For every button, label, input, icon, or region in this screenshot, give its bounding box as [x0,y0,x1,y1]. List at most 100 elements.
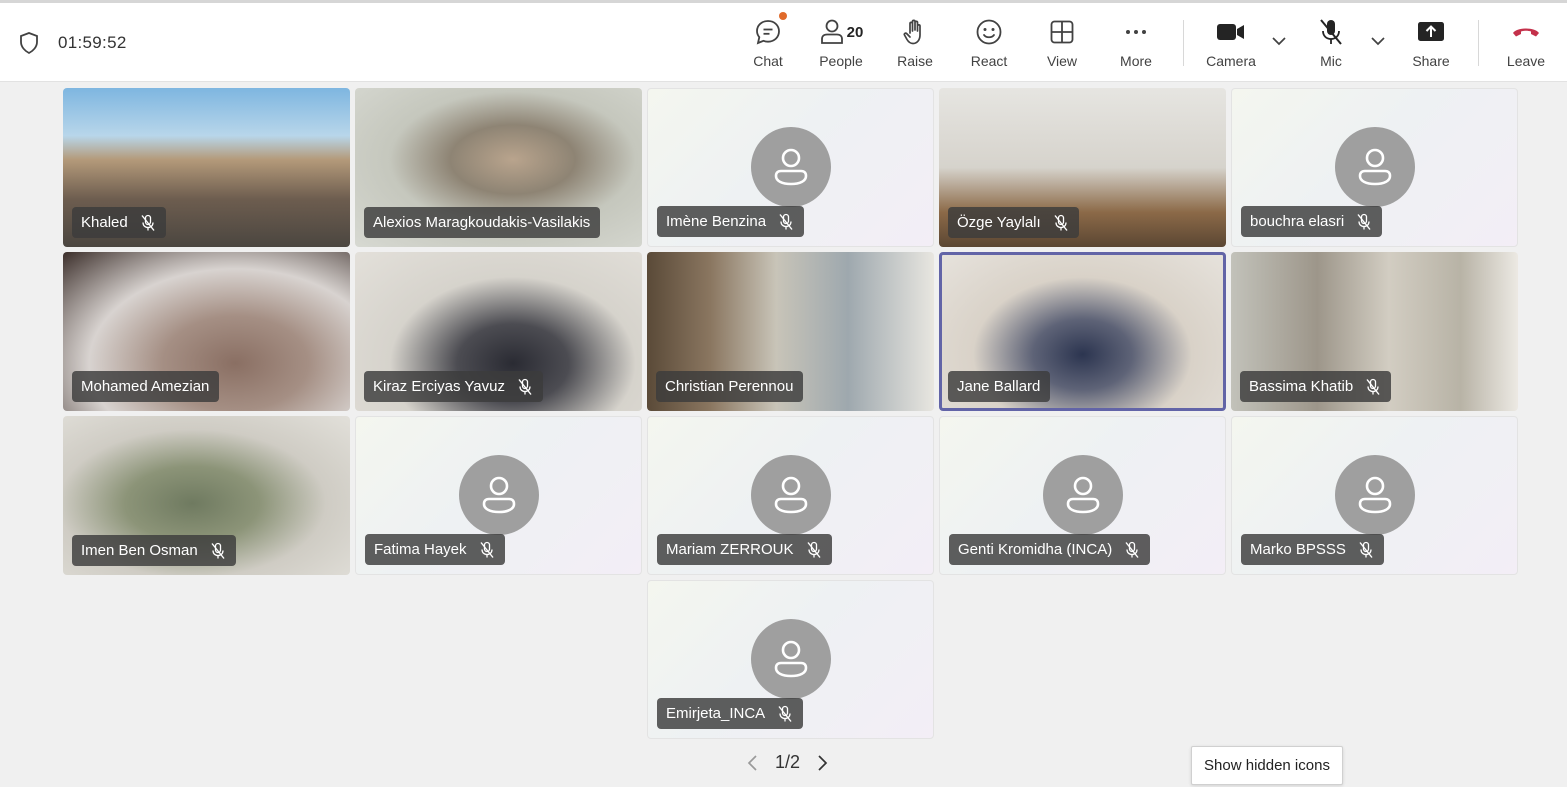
emoji-icon [974,14,1004,50]
chat-button[interactable]: Chat [750,12,787,78]
mic-muted-icon [141,214,155,231]
participant-nametag: Marko BPSSS [1241,534,1384,565]
participant-tile[interactable]: Fatima Hayek [355,416,642,575]
person-icon [1358,148,1391,185]
mic-button[interactable]: Mic [1312,14,1350,78]
people-button[interactable]: 20 People [815,14,867,78]
chat-notification-dot [779,12,787,20]
camera-label: Camera [1206,53,1256,69]
pagination: 1/2 [745,752,830,773]
avatar [750,454,831,535]
more-icon [1122,14,1150,50]
more-button[interactable]: More [1117,14,1155,78]
chat-label: Chat [753,53,783,69]
participant-tile[interactable]: Genti Kromidha (INCA) [939,416,1226,575]
people-icon [820,19,843,44]
participant-tile[interactable]: Mariam ZERROUK [647,416,934,575]
mic-muted-icon [1357,213,1371,230]
mic-muted-icon [1054,214,1068,231]
participant-nametag: Bassima Khatib [1240,371,1392,402]
participant-name: Bassima Khatib [1249,378,1354,395]
participant-tile[interactable]: Kiraz Erciyas Yavuz [355,252,642,411]
previous-page-chevron-left-icon[interactable] [745,753,761,773]
mic-muted-icon [806,541,821,558]
avatar [1334,126,1415,207]
hand-icon [901,14,929,50]
participant-name: Imen Ben Osman [81,542,198,559]
camera-icon [1216,14,1246,50]
mic-muted-icon [1359,541,1373,558]
participant-name: Mohamed Amezian [81,378,210,395]
mic-muted-icon [778,705,792,722]
grid-view-icon [1048,14,1076,50]
top-divider [0,0,1567,3]
mic-muted-icon [1366,378,1380,395]
participant-nametag: Özge Yaylalı [948,207,1079,238]
shield-icon[interactable] [18,31,40,55]
meeting-timer: 01:59:52 [58,33,127,52]
camera-button[interactable]: Camera [1205,14,1257,78]
participant-nametag: Fatima Hayek [365,534,505,565]
participant-nametag: Mariam ZERROUK [657,534,832,565]
participant-name: Khaled [81,214,128,231]
participant-tile-speaking[interactable]: Jane Ballard [939,252,1226,411]
participant-tile[interactable]: Marko BPSSS [1231,416,1518,575]
participant-nametag: bouchra elasri [1241,206,1383,237]
participant-name: Marko BPSSS [1250,541,1346,558]
hang-up-icon [1511,14,1541,50]
participant-nametag: Kiraz Erciyas Yavuz [364,371,543,402]
view-label: View [1046,53,1078,69]
raise-label: Raise [897,53,933,69]
participant-name: Jane Ballard [957,378,1041,395]
participant-nametag: Mohamed Amezian [72,371,220,402]
avatar [458,454,539,535]
participant-nametag: Khaled [72,207,166,238]
toolbar-separator [1478,20,1479,66]
participant-name: Kiraz Erciyas Yavuz [373,378,505,395]
mic-off-icon [1317,14,1345,50]
participant-nametag: Alexios Maragkoudakis-Vasilakis [364,207,601,238]
page-indicator: 1/2 [775,752,801,772]
participant-tile[interactable]: Khaled [63,88,350,247]
mic-muted-icon [1125,541,1139,558]
view-button[interactable]: View [1045,14,1079,78]
mic-label: Mic [1320,53,1342,69]
avatar [750,618,831,699]
person-icon [482,476,515,513]
participant-name: Fatima Hayek [374,541,467,558]
react-button[interactable]: React [970,14,1008,78]
participant-tile[interactable]: bouchra elasri [1231,88,1518,247]
participant-name: Imène Benzina [666,213,767,230]
person-icon [1358,476,1391,513]
participant-name: Emirjeta_INCA [666,705,766,722]
meeting-toolbar: 01:59:52 Chat 20 People Raise React View [0,0,1567,82]
person-icon [774,640,807,677]
participant-nametag: Imène Benzina [657,206,805,237]
mic-muted-icon [779,213,793,230]
leave-button[interactable]: Leave [1505,14,1547,78]
share-button[interactable]: Share [1410,14,1452,78]
participant-nametag: Jane Ballard [948,371,1051,402]
participant-tile[interactable]: Bassima Khatib [1231,252,1518,411]
share-screen-icon [1417,14,1445,50]
chat-icon [753,12,787,50]
participant-tile[interactable]: Imen Ben Osman [63,416,350,575]
toolbar-separator [1183,20,1184,66]
participant-tile[interactable]: Emirjeta_INCA [647,580,934,739]
person-icon [1066,476,1099,513]
avatar [1334,454,1415,535]
mic-options-chevron-down-icon[interactable] [1369,34,1387,48]
participant-tile[interactable]: Mohamed Amezian [63,252,350,411]
participant-tile[interactable]: Özge Yaylalı [939,88,1226,247]
next-page-chevron-right-icon[interactable] [814,753,830,773]
participant-tile[interactable]: Imène Benzina [647,88,934,247]
more-label: More [1120,53,1152,69]
raise-hand-button[interactable]: Raise [895,14,935,78]
participant-nametag: Emirjeta_INCA [657,698,804,729]
react-label: React [970,53,1008,69]
participant-name: Özge Yaylalı [957,214,1041,231]
participant-name: Mariam ZERROUK [666,541,794,558]
camera-options-chevron-down-icon[interactable] [1270,34,1288,48]
participant-tile[interactable]: Alexios Maragkoudakis-Vasilakis [355,88,642,247]
participant-tile[interactable]: Christian Perennou [647,252,934,411]
